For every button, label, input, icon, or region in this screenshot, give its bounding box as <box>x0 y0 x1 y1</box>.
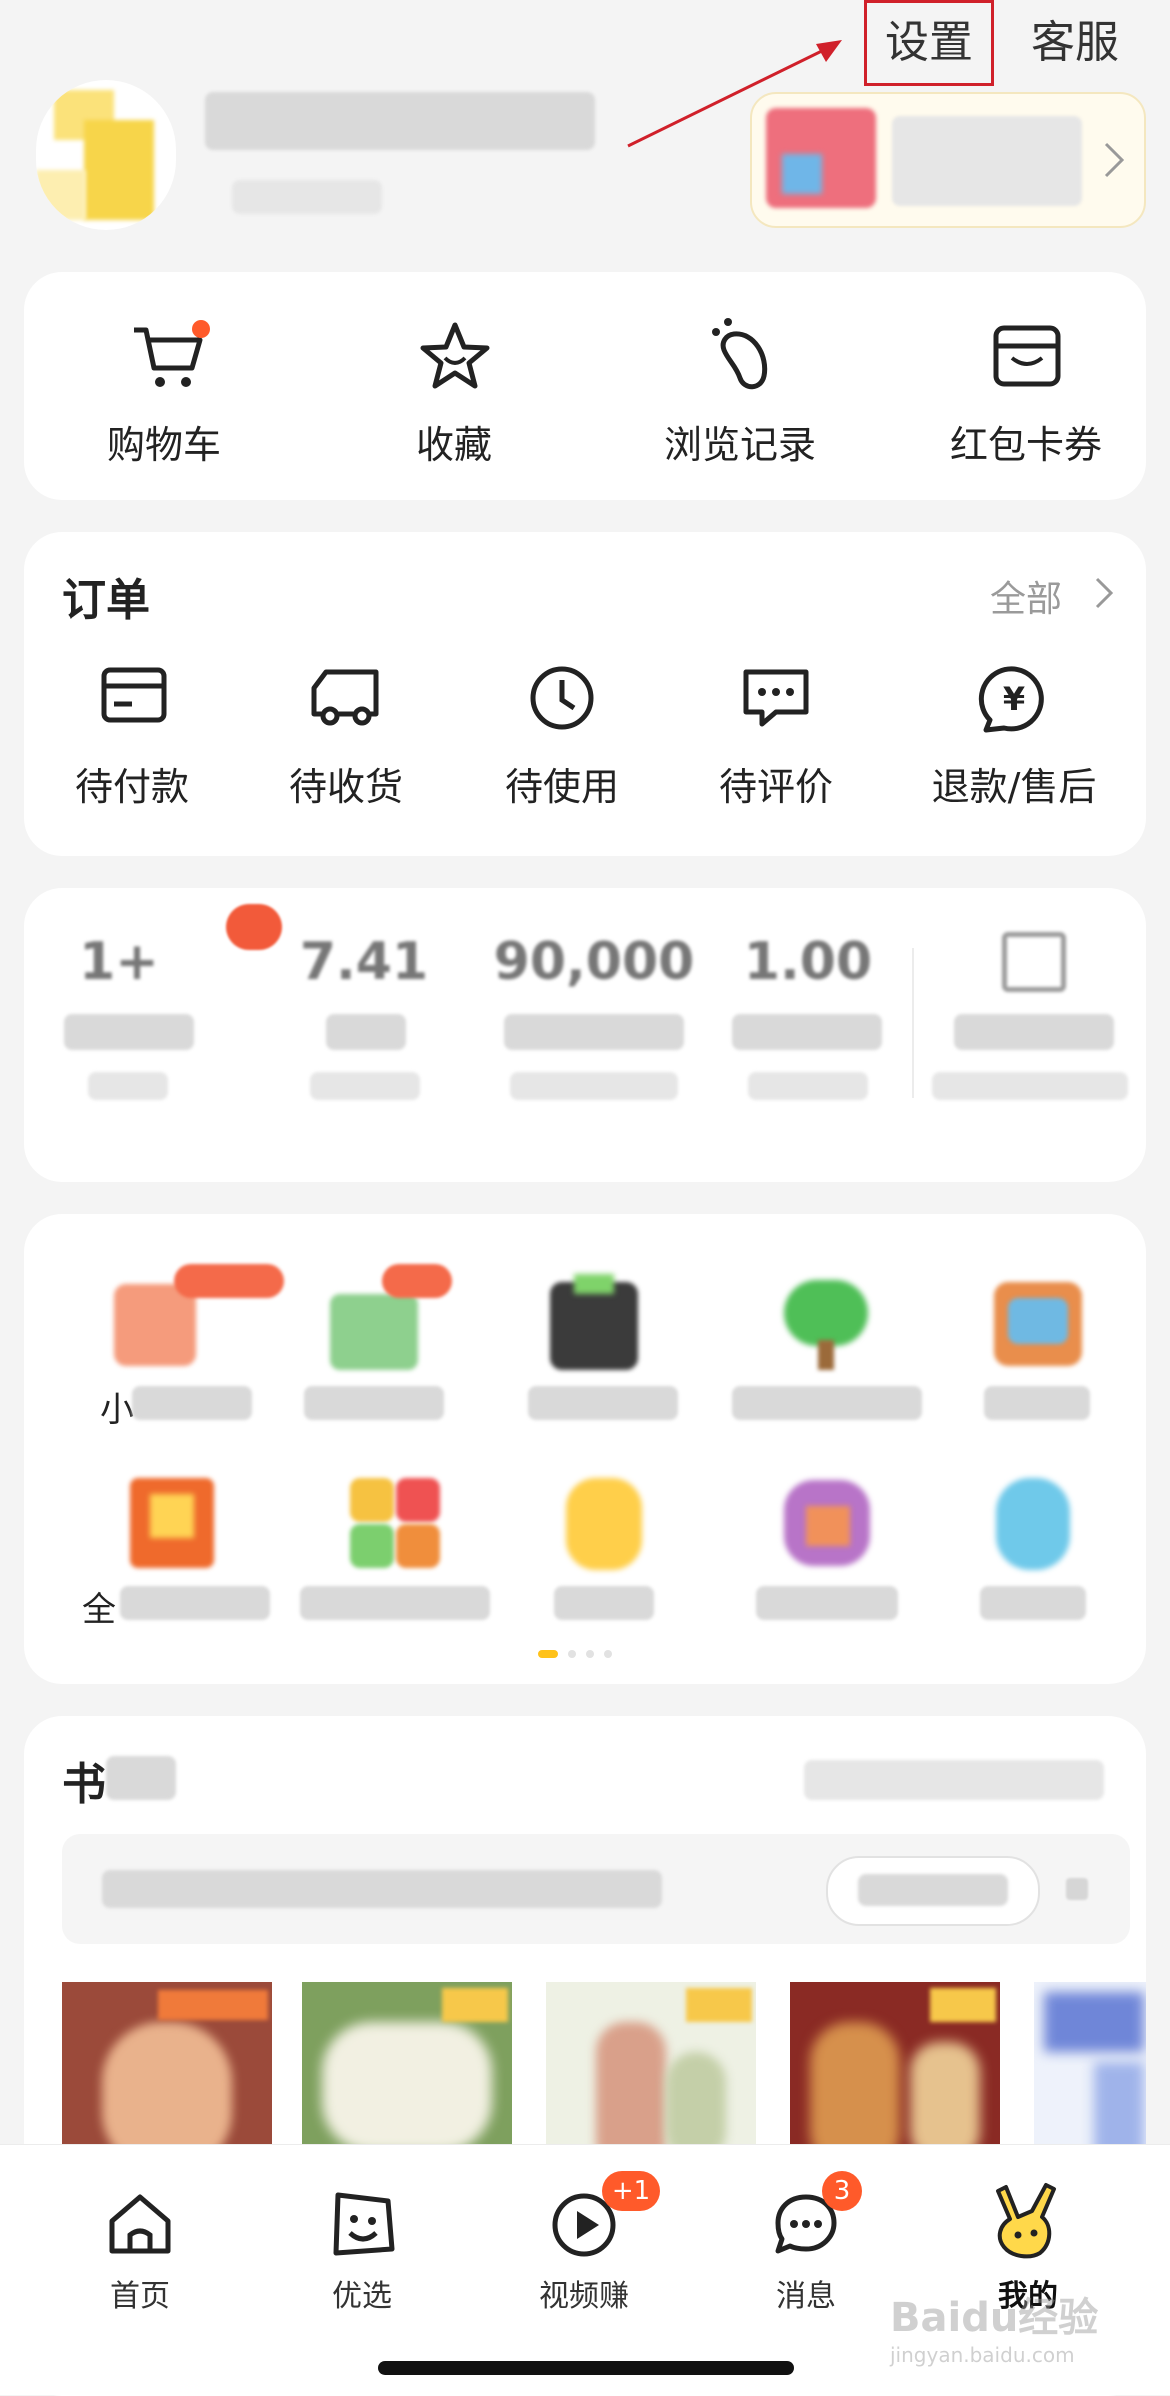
quick-actions-card: 购物车 收藏 浏览记录 红包卡券 <box>24 272 1146 500</box>
stat-wallet[interactable] <box>924 932 1134 1132</box>
service-item[interactable] <box>944 1254 1124 1444</box>
last-read-bar[interactable] <box>62 1834 1130 1944</box>
chevron-right-icon <box>1104 142 1125 178</box>
bookshelf-more-blurred[interactable] <box>804 1760 1104 1800</box>
order-status-label: 待评价 <box>718 765 833 809</box>
orders-title: 订单 <box>62 575 150 626</box>
promo-card[interactable] <box>750 92 1146 228</box>
rabbit-icon <box>996 2183 1056 2259</box>
stats-card: 1+ 7.41 90,000 1.00 <box>24 888 1146 1182</box>
cart-dot <box>192 320 210 338</box>
service-item[interactable] <box>494 1254 694 1444</box>
service-item[interactable] <box>944 1458 1124 1648</box>
refund-icon: ¥ <box>978 666 1044 733</box>
service-item[interactable]: 小 <box>44 1254 284 1444</box>
watermark-line2: jingyan.baidu.com <box>890 2343 1075 2367</box>
service-item[interactable] <box>284 1458 504 1648</box>
bookshelf-title-blurred <box>106 1756 176 1800</box>
quick-action-cart[interactable]: 购物车 <box>34 272 294 500</box>
order-pending-payment[interactable]: 待付款 <box>32 662 232 842</box>
truck-icon <box>311 669 379 726</box>
nav-item-video[interactable]: +1 视频赚 <box>484 2165 684 2315</box>
order-status-label: 待收货 <box>288 765 403 809</box>
clock-icon <box>530 666 594 730</box>
quick-action-label: 收藏 <box>415 423 492 467</box>
quick-action-label: 购物车 <box>106 423 221 467</box>
smile-bag-icon <box>333 2192 395 2256</box>
service-item[interactable] <box>714 1254 934 1444</box>
stat-divider <box>912 948 914 1098</box>
service-item[interactable]: 全 <box>44 1458 284 1648</box>
settings-button[interactable]: 设置 <box>874 6 984 70</box>
nav-label: 视频赚 <box>539 2279 629 2314</box>
card-icon <box>101 667 167 723</box>
wallet-icon <box>1002 932 1066 992</box>
close-icon[interactable] <box>1066 1878 1088 1900</box>
nav-item-selection[interactable]: 优选 <box>262 2165 462 2315</box>
stat-item[interactable]: 7.41 <box>274 932 454 1132</box>
order-status-label: 退款/售后 <box>931 765 1097 809</box>
video-badge: +1 <box>602 2171 660 2211</box>
stat-item[interactable]: 1.00 <box>718 932 898 1132</box>
orders-view-all[interactable]: 全部 <box>990 570 1130 620</box>
stat-value: 1.00 <box>743 932 873 992</box>
order-pending-review[interactable]: 待评价 <box>676 662 876 842</box>
nav-label: 优选 <box>332 2279 392 2314</box>
orders-all-label: 全部 <box>990 579 1063 620</box>
order-status-label: 待使用 <box>504 765 619 809</box>
chevron-right-icon <box>1095 577 1114 609</box>
service-item[interactable] <box>274 1254 474 1444</box>
order-status-label: 待付款 <box>74 765 189 809</box>
stat-value: 90,000 <box>493 932 695 992</box>
comment-icon <box>743 669 809 727</box>
bottom-nav: 首页 优选 +1 视频赚 3 消息 我的 Baidu经验 jingyan.bai… <box>0 2144 1170 2395</box>
nav-label: 消息 <box>776 2279 836 2314</box>
watermark: Baidu经验 jingyan.baidu.com <box>890 2285 1150 2375</box>
messages-badge: 3 <box>822 2171 862 2211</box>
username-blurred <box>205 92 595 150</box>
quick-action-label: 红包卡券 <box>949 423 1102 467</box>
stat-value: 7.41 <box>299 932 429 992</box>
customer-service-button[interactable]: 客服 <box>1020 6 1130 70</box>
nav-label: 首页 <box>110 2279 170 2314</box>
service-label-prefix: 全 <box>82 1590 116 1630</box>
service-item[interactable] <box>714 1458 934 1648</box>
bookshelf-title-prefix: 书 <box>62 1759 106 1810</box>
service-label-prefix: 小 <box>100 1390 134 1430</box>
stat-item[interactable]: 90,000 <box>484 932 704 1132</box>
order-pending-use[interactable]: 待使用 <box>462 662 662 842</box>
stat-item[interactable]: 1+ <box>44 904 282 1132</box>
stat-value: 1+ <box>79 932 159 992</box>
nav-item-home[interactable]: 首页 <box>40 2165 240 2315</box>
orders-card: 订单 全部 待付款 待收货 待使用 待评价 ¥ 退款/售后 <box>24 532 1146 856</box>
order-pending-receipt[interactable]: 待收货 <box>246 662 446 842</box>
page-indicator <box>538 1650 648 1658</box>
wallet-icon <box>993 325 1061 387</box>
service-item[interactable] <box>504 1458 704 1648</box>
services-card: 小 全 <box>24 1214 1146 1684</box>
nav-item-messages[interactable]: 3 消息 <box>706 2165 906 2315</box>
home-indicator <box>378 2361 794 2375</box>
order-refund[interactable]: ¥ 退款/售后 <box>882 662 1146 842</box>
continue-reading-button[interactable] <box>826 1856 1040 1926</box>
avatar[interactable] <box>36 80 176 230</box>
quick-action-favorites[interactable]: 收藏 <box>324 272 584 500</box>
footprint-icon <box>712 318 768 390</box>
quick-action-history[interactable]: 浏览记录 <box>610 272 870 500</box>
home-icon <box>109 2194 171 2254</box>
quick-action-coupons[interactable]: 红包卡券 <box>896 272 1156 500</box>
quick-action-label: 浏览记录 <box>663 423 816 467</box>
user-subtitle-blurred <box>232 180 382 214</box>
star-icon <box>420 322 490 389</box>
svg-text:¥: ¥ <box>1003 680 1025 718</box>
watermark-line1: Baidu经验 <box>890 2295 1099 2341</box>
